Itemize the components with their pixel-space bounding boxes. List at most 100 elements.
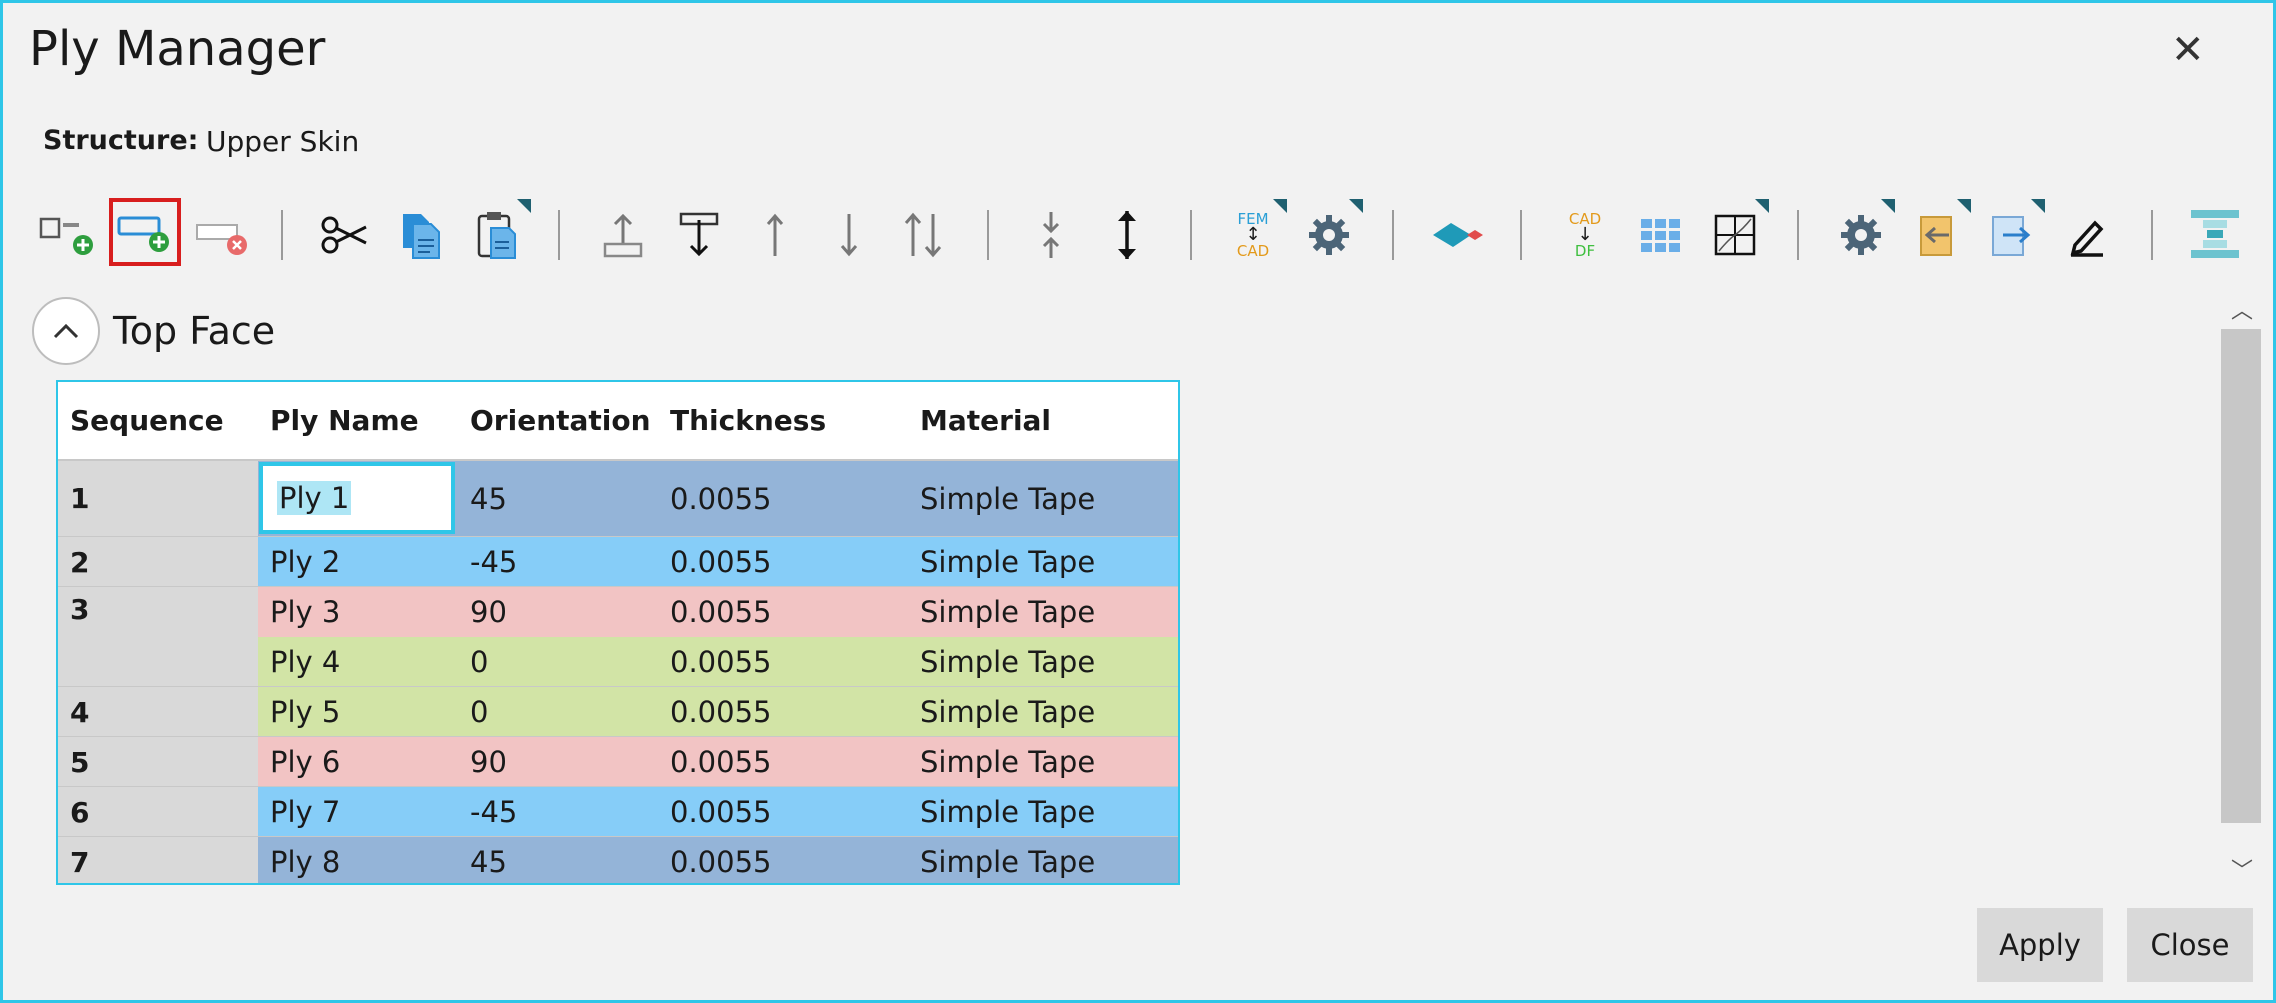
thickness-cell[interactable]: 0.0055 [670,637,771,687]
material-cell[interactable]: Simple Tape [920,637,1095,687]
paste-icon[interactable] [465,199,531,267]
edit-icon[interactable] [2055,203,2119,267]
fem-cad-icon[interactable]: FEM ↕ CAD [1221,199,1287,267]
move-down-icon[interactable] [817,203,881,267]
material-cell[interactable]: Simple Tape [920,837,1095,883]
section-title: Top Face [113,309,276,353]
sequence-cell: 3 [58,587,258,637]
orientation-cell[interactable]: 45 [470,460,507,537]
add-structure-icon[interactable] [35,203,99,267]
material-cell[interactable]: Simple Tape [920,587,1095,637]
table-row[interactable]: 6 Ply 7 -45 0.0055 Simple Tape [58,787,1178,838]
orientation-cell[interactable]: 90 [470,587,507,637]
toolbar-separator [987,210,989,260]
collapse-icon[interactable] [1019,203,1083,267]
orientation-cell[interactable]: 0 [470,637,488,687]
material-cell[interactable]: Simple Tape [920,460,1095,537]
table-row[interactable]: 2 Ply 2 -45 0.0055 Simple Tape [58,537,1178,588]
add-ply-icon[interactable] [109,198,181,266]
thickness-cell[interactable]: 0.0055 [670,837,771,883]
column-header-ply-name[interactable]: Ply Name [258,382,419,460]
table-row[interactable]: Ply 4 0 0.0055 Simple Tape [58,637,1178,688]
grid-icon[interactable] [1629,203,1693,267]
surface-icon[interactable] [1425,203,1489,267]
table-row[interactable]: 4 Ply 5 0 0.0055 Simple Tape [58,687,1178,738]
close-icon[interactable]: ✕ [2171,27,2205,73]
column-header-orientation[interactable]: Orientation [458,382,651,460]
cross-section-icon[interactable] [1703,199,1769,267]
df-label: DF [1574,242,1596,260]
orientation-cell[interactable]: 45 [470,837,507,883]
ply-name-cell[interactable]: Ply 7 [270,787,340,837]
export-icon[interactable] [1979,199,2045,267]
thickness-cell[interactable]: 0.0055 [670,460,771,537]
scroll-up-icon[interactable]: ︿ [2231,293,2253,325]
close-button[interactable]: Close [2127,908,2253,982]
dropdown-corner [1957,199,1971,213]
ply-name-cell[interactable]: Ply 3 [270,587,340,637]
remove-ply-icon[interactable] [191,203,255,267]
move-top-icon[interactable] [591,203,655,267]
import-icon[interactable] [1905,199,1971,267]
scroll-down-icon[interactable]: ﹀ [2231,853,2253,885]
ply-manager-window: Ply Manager ✕ Structure: Upper Skin FEM … [0,0,2276,1003]
column-header-thickness[interactable]: Thickness [658,382,826,460]
thickness-cell[interactable]: 0.0055 [670,587,771,637]
ply-name-cell[interactable]: Ply 4 [270,637,340,687]
material-cell[interactable]: Simple Tape [920,537,1095,587]
copy-icon[interactable] [389,203,453,267]
table-row[interactable]: 5 Ply 6 90 0.0055 Simple Tape [58,737,1178,788]
apply-button[interactable]: Apply [1977,908,2103,982]
chevron-up-icon [53,323,79,339]
ply-name-cell[interactable]: Ply 5 [270,687,340,737]
column-header-sequence[interactable]: Sequence [58,382,224,460]
sequence-cell: 2 [58,537,258,587]
material-cell[interactable]: Simple Tape [920,787,1095,837]
section-collapse-button[interactable] [32,297,100,365]
dropdown-corner [2031,199,2045,213]
orientation-cell[interactable]: -45 [470,787,517,837]
dropdown-corner [517,199,531,213]
toolbar-separator [1520,210,1522,260]
orientation-cell[interactable]: 0 [470,687,488,737]
expand-icon[interactable] [1095,203,1159,267]
ply-name-cell[interactable]: Ply 8 [270,837,340,883]
settings-icon[interactable] [1297,199,1363,267]
structure-value: Upper Skin [206,125,360,158]
material-cell[interactable]: Simple Tape [920,687,1095,737]
thickness-cell[interactable]: 0.0055 [670,537,771,587]
table-row[interactable]: 7 Ply 8 45 0.0055 Simple Tape [58,837,1178,883]
sequence-cell: 5 [58,737,258,787]
dropdown-corner [1881,199,1895,213]
thickness-cell[interactable]: 0.0055 [670,737,771,787]
column-header-material[interactable]: Material [908,382,1051,460]
swap-icon[interactable] [891,203,955,267]
toolbar-separator [1797,210,1799,260]
toolbar-separator [2151,210,2153,260]
scrollbar-thumb[interactable] [2221,329,2261,823]
ply-name-editor[interactable]: Ply 1 [259,462,455,534]
orientation-cell[interactable]: 90 [470,737,507,787]
toolbar-separator [1190,210,1192,260]
sequence-cell: 6 [58,787,258,837]
cad-df-icon[interactable]: CAD ↓ DF [1553,203,1617,267]
window-title: Ply Manager [29,21,326,77]
sequence-cell: 7 [58,837,258,883]
move-up-icon[interactable] [743,203,807,267]
cut-icon[interactable] [313,203,377,267]
table-row[interactable]: 3 Ply 3 90 0.0055 Simple Tape [58,587,1178,637]
thickness-cell[interactable]: 0.0055 [670,687,771,737]
ply-table: Sequence Ply Name Orientation Thickness … [56,380,1180,885]
move-bottom-icon[interactable] [667,203,731,267]
material-cell[interactable]: Simple Tape [920,737,1095,787]
config-icon[interactable] [1829,199,1895,267]
ply-name-cell[interactable]: Ply 6 [270,737,340,787]
table-row[interactable]: 1 Ply 1 45 0.0055 Simple Tape [58,460,1178,538]
thickness-cell[interactable]: 0.0055 [670,787,771,837]
ply-name-editor-text[interactable]: Ply 1 [277,481,352,515]
toolbar-separator [281,210,283,260]
orientation-cell[interactable]: -45 [470,537,517,587]
layup-icon[interactable] [2183,203,2247,267]
ply-name-cell[interactable]: Ply 2 [270,537,340,587]
arrow-down-icon: ↓ [1577,224,1593,245]
